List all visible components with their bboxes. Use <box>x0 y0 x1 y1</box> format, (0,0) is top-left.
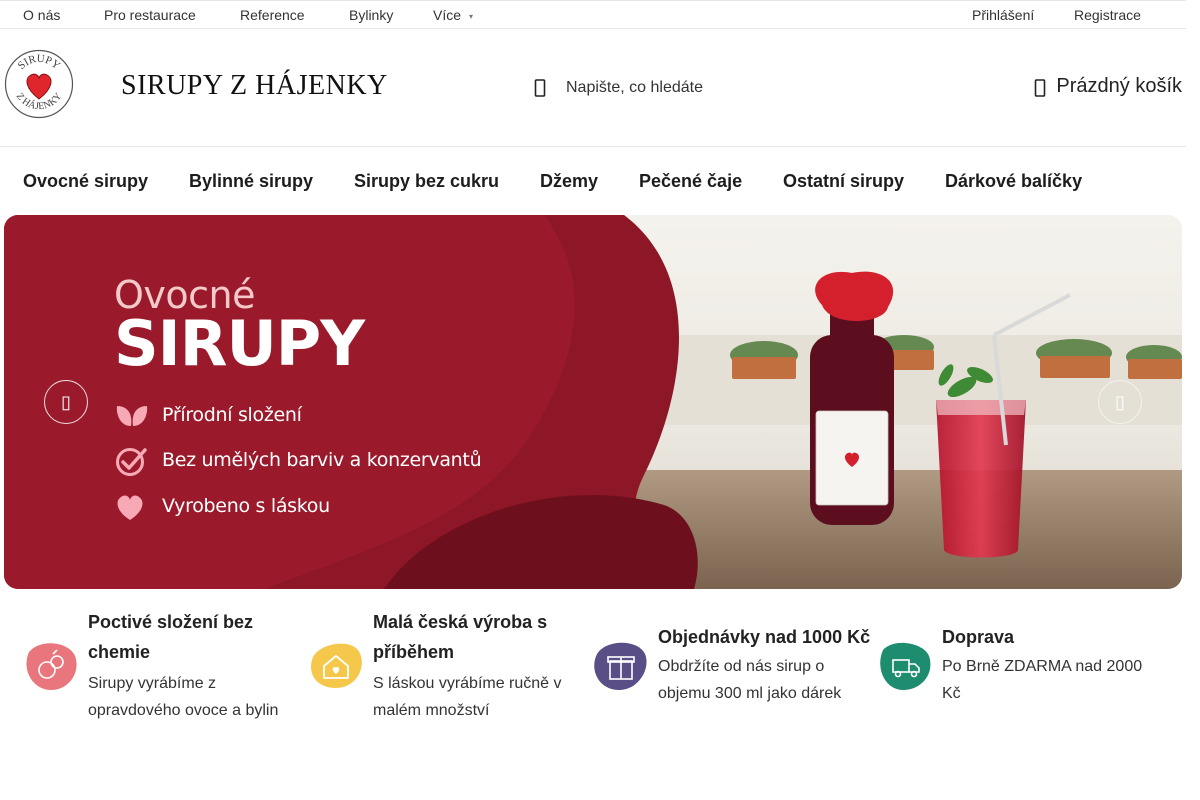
category-nav: Ovocné sirupy Bylinné sirupy Sirupy bez … <box>0 147 1186 215</box>
nav-item-baked-teas[interactable]: Pečené čaje <box>639 171 742 192</box>
heart-icon <box>117 495 143 520</box>
topbar-link-more[interactable]: Více ▾ <box>433 7 473 23</box>
benefit-description: Obdržíte od nás sirup o objemu 300 ml ja… <box>658 658 842 702</box>
nav-item-other-syrups[interactable]: Ostatní sirupy <box>783 171 904 192</box>
benefit-description: Sirupy vyrábíme z opravdového ovoce a by… <box>88 675 279 719</box>
logo-emblem: SIRUPY Z HÁJENKY <box>4 49 74 119</box>
hero-feature-label: Bez umělých barviv a konzervantů <box>162 449 482 471</box>
benefit-title: Doprava <box>942 627 1015 647</box>
topbar-more-label: Více <box>433 7 462 23</box>
topbar-link-references[interactable]: Reference <box>240 7 305 23</box>
nav-item-fruit-syrups[interactable]: Ovocné sirupy <box>23 171 148 192</box>
house-icon <box>311 643 362 688</box>
benefit-title: Poctivé složení bez chemie <box>88 612 254 662</box>
topbar-link-restaurants[interactable]: Pro restaurace <box>104 7 196 23</box>
nav-item-jams[interactable]: Džemy <box>540 171 598 192</box>
register-link[interactable]: Registrace <box>1074 7 1141 23</box>
nav-item-herbal-syrups[interactable]: Bylinné sirupy <box>189 171 313 192</box>
fruit-icon <box>26 643 77 690</box>
hero-background <box>4 215 1182 589</box>
hero-banner[interactable]: Ovocné SIRUPY Přírodní složení Bez umělý… <box>4 215 1182 589</box>
search-placeholder[interactable]: Napište, co hledáte <box>566 79 703 97</box>
carousel-prev-button[interactable]: ▯ <box>44 380 88 424</box>
topbar-link-about[interactable]: O nás <box>23 7 60 23</box>
hero-feature-label: Přírodní složení <box>162 404 302 426</box>
site-header: SIRUPY Z HÁJENKY SIRUPY Z HÁJENKY Napišt… <box>0 29 1186 147</box>
login-link[interactable]: Přihlášení <box>972 7 1034 23</box>
nav-item-sugar-free[interactable]: Sirupy bez cukru <box>354 171 499 192</box>
cart-button[interactable]: Prázdný košík <box>1035 75 1182 101</box>
gift-icon <box>594 642 647 690</box>
benefit-small-czech-production: Malá česká výroba s příběhem S láskou vy… <box>308 607 588 727</box>
topbar-link-herbs[interactable]: Bylinky <box>349 7 393 23</box>
top-utility-bar: O nás Pro restaurace Reference Bylinky V… <box>0 0 1186 29</box>
benefit-orders-over-1000: Objednávky nad 1000 Kč Obdržíte od nás s… <box>593 607 873 727</box>
hero-feature-label: Vyrobeno s láskou <box>162 495 330 517</box>
cart-label[interactable]: Prázdný košík <box>1056 75 1182 97</box>
benefit-title: Objednávky nad 1000 Kč <box>658 627 871 647</box>
search-icon[interactable] <box>534 77 548 99</box>
brand-name[interactable]: SIRUPY Z HÁJENKY <box>121 70 388 102</box>
cart-icon <box>1035 79 1046 97</box>
benefit-title: Malá česká výroba s příběhem <box>373 612 548 662</box>
chevron-left-icon: ▯ <box>61 392 71 412</box>
chevron-right-icon: ▯ <box>1115 392 1125 412</box>
chevron-down-icon: ▾ <box>469 12 474 21</box>
truck-icon <box>880 642 931 690</box>
benefit-description: Po Brně ZDARMA nad 2000 Kč <box>942 658 1143 702</box>
benefit-honest-ingredients: Poctivé složení bez chemie Sirupy vyrábí… <box>23 607 303 727</box>
benefit-description: S láskou vyrábíme ručně v malém množství <box>373 675 562 719</box>
site-logo[interactable]: SIRUPY Z HÁJENKY <box>4 49 74 119</box>
leaves-icon <box>116 406 148 426</box>
carousel-next-button[interactable]: ▯ <box>1098 380 1142 424</box>
benefit-delivery: Doprava Po Brně ZDARMA nad 2000 Kč <box>877 607 1157 727</box>
search-box[interactable]: Napište, co hledáte <box>534 75 834 101</box>
check-icon <box>116 448 147 476</box>
hero-title-big: SIRUPY <box>114 307 365 380</box>
nav-item-gift-packs[interactable]: Dárkové balíčky <box>945 171 1082 192</box>
